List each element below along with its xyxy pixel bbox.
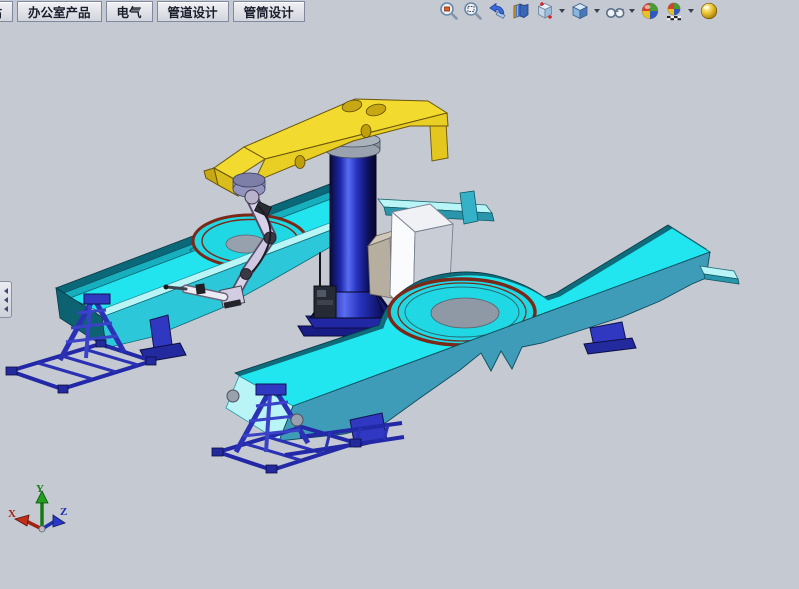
- panel-expand-button[interactable]: [0, 281, 12, 318]
- triad-y-label: Y: [36, 483, 44, 495]
- display-style-icon: [570, 1, 590, 21]
- graphics-viewport[interactable]: Y X Z: [0, 0, 799, 589]
- display-style-dropdown[interactable]: [592, 0, 601, 22]
- view-orientation-icon: [535, 1, 555, 21]
- heads-up-view-toolbar: [437, 0, 721, 22]
- display-style-button[interactable]: [569, 0, 591, 22]
- zoom-to-fit-icon: [439, 1, 459, 21]
- view-orientation-button[interactable]: [534, 0, 556, 22]
- triad-z-label: Z: [60, 506, 67, 518]
- hide-show-items-button[interactable]: [604, 0, 626, 22]
- previous-view-button[interactable]: [486, 0, 508, 22]
- chevron-down-icon: [559, 9, 565, 13]
- apply-scene-icon: [664, 1, 684, 21]
- zoom-to-fit-button[interactable]: [438, 0, 460, 22]
- edit-appearance-icon: [640, 1, 660, 21]
- tab-piping-design[interactable]: 管道设计: [157, 1, 229, 22]
- chevron-down-icon: [594, 9, 600, 13]
- triangle-left-icon: [4, 288, 8, 294]
- command-tabs: 评估 办公室产品 电气 管道设计 管筒设计: [0, 1, 309, 22]
- triangle-left-icon: [4, 306, 8, 312]
- triad-x-label: X: [8, 508, 16, 520]
- apply-scene-dropdown[interactable]: [686, 0, 695, 22]
- chevron-down-icon: [629, 9, 635, 13]
- tab-piping-design-label: 管道设计: [168, 2, 218, 21]
- command-manager-bar: 评估 办公室产品 电气 管道设计 管筒设计: [0, 0, 799, 22]
- zoom-to-area-button[interactable]: [462, 0, 484, 22]
- section-view-button[interactable]: [510, 0, 532, 22]
- view-settings-button[interactable]: [698, 0, 720, 22]
- tab-tubing-design-label: 管筒设计: [244, 2, 294, 21]
- hide-show-items-icon: [605, 1, 625, 21]
- tab-tubing-design[interactable]: 管筒设计: [233, 1, 305, 22]
- triangle-left-icon: [4, 297, 8, 303]
- tab-office-products[interactable]: 办公室产品: [17, 1, 102, 22]
- apply-scene-button[interactable]: [663, 0, 685, 22]
- edit-appearance-button[interactable]: [639, 0, 661, 22]
- orientation-triad: Y X Z: [8, 483, 67, 532]
- previous-view-icon: [487, 1, 507, 21]
- tab-evaluate-label: 评估: [0, 2, 2, 21]
- zoom-to-area-icon: [463, 1, 483, 21]
- view-orientation-dropdown[interactable]: [557, 0, 566, 22]
- tab-electrical-label: 电气: [117, 2, 142, 21]
- cad-application-window: Y X Z 评估 办公室产品 电气 管道设计 管筒设计: [0, 0, 799, 589]
- tab-electrical[interactable]: 电气: [106, 1, 153, 22]
- section-view-icon: [511, 1, 531, 21]
- view-settings-icon: [699, 1, 719, 21]
- tab-evaluate[interactable]: 评估: [0, 1, 13, 22]
- triad-x-arrow: [15, 515, 29, 526]
- chevron-down-icon: [688, 9, 694, 13]
- hide-show-items-dropdown[interactable]: [627, 0, 636, 22]
- tab-office-products-label: 办公室产品: [28, 2, 91, 21]
